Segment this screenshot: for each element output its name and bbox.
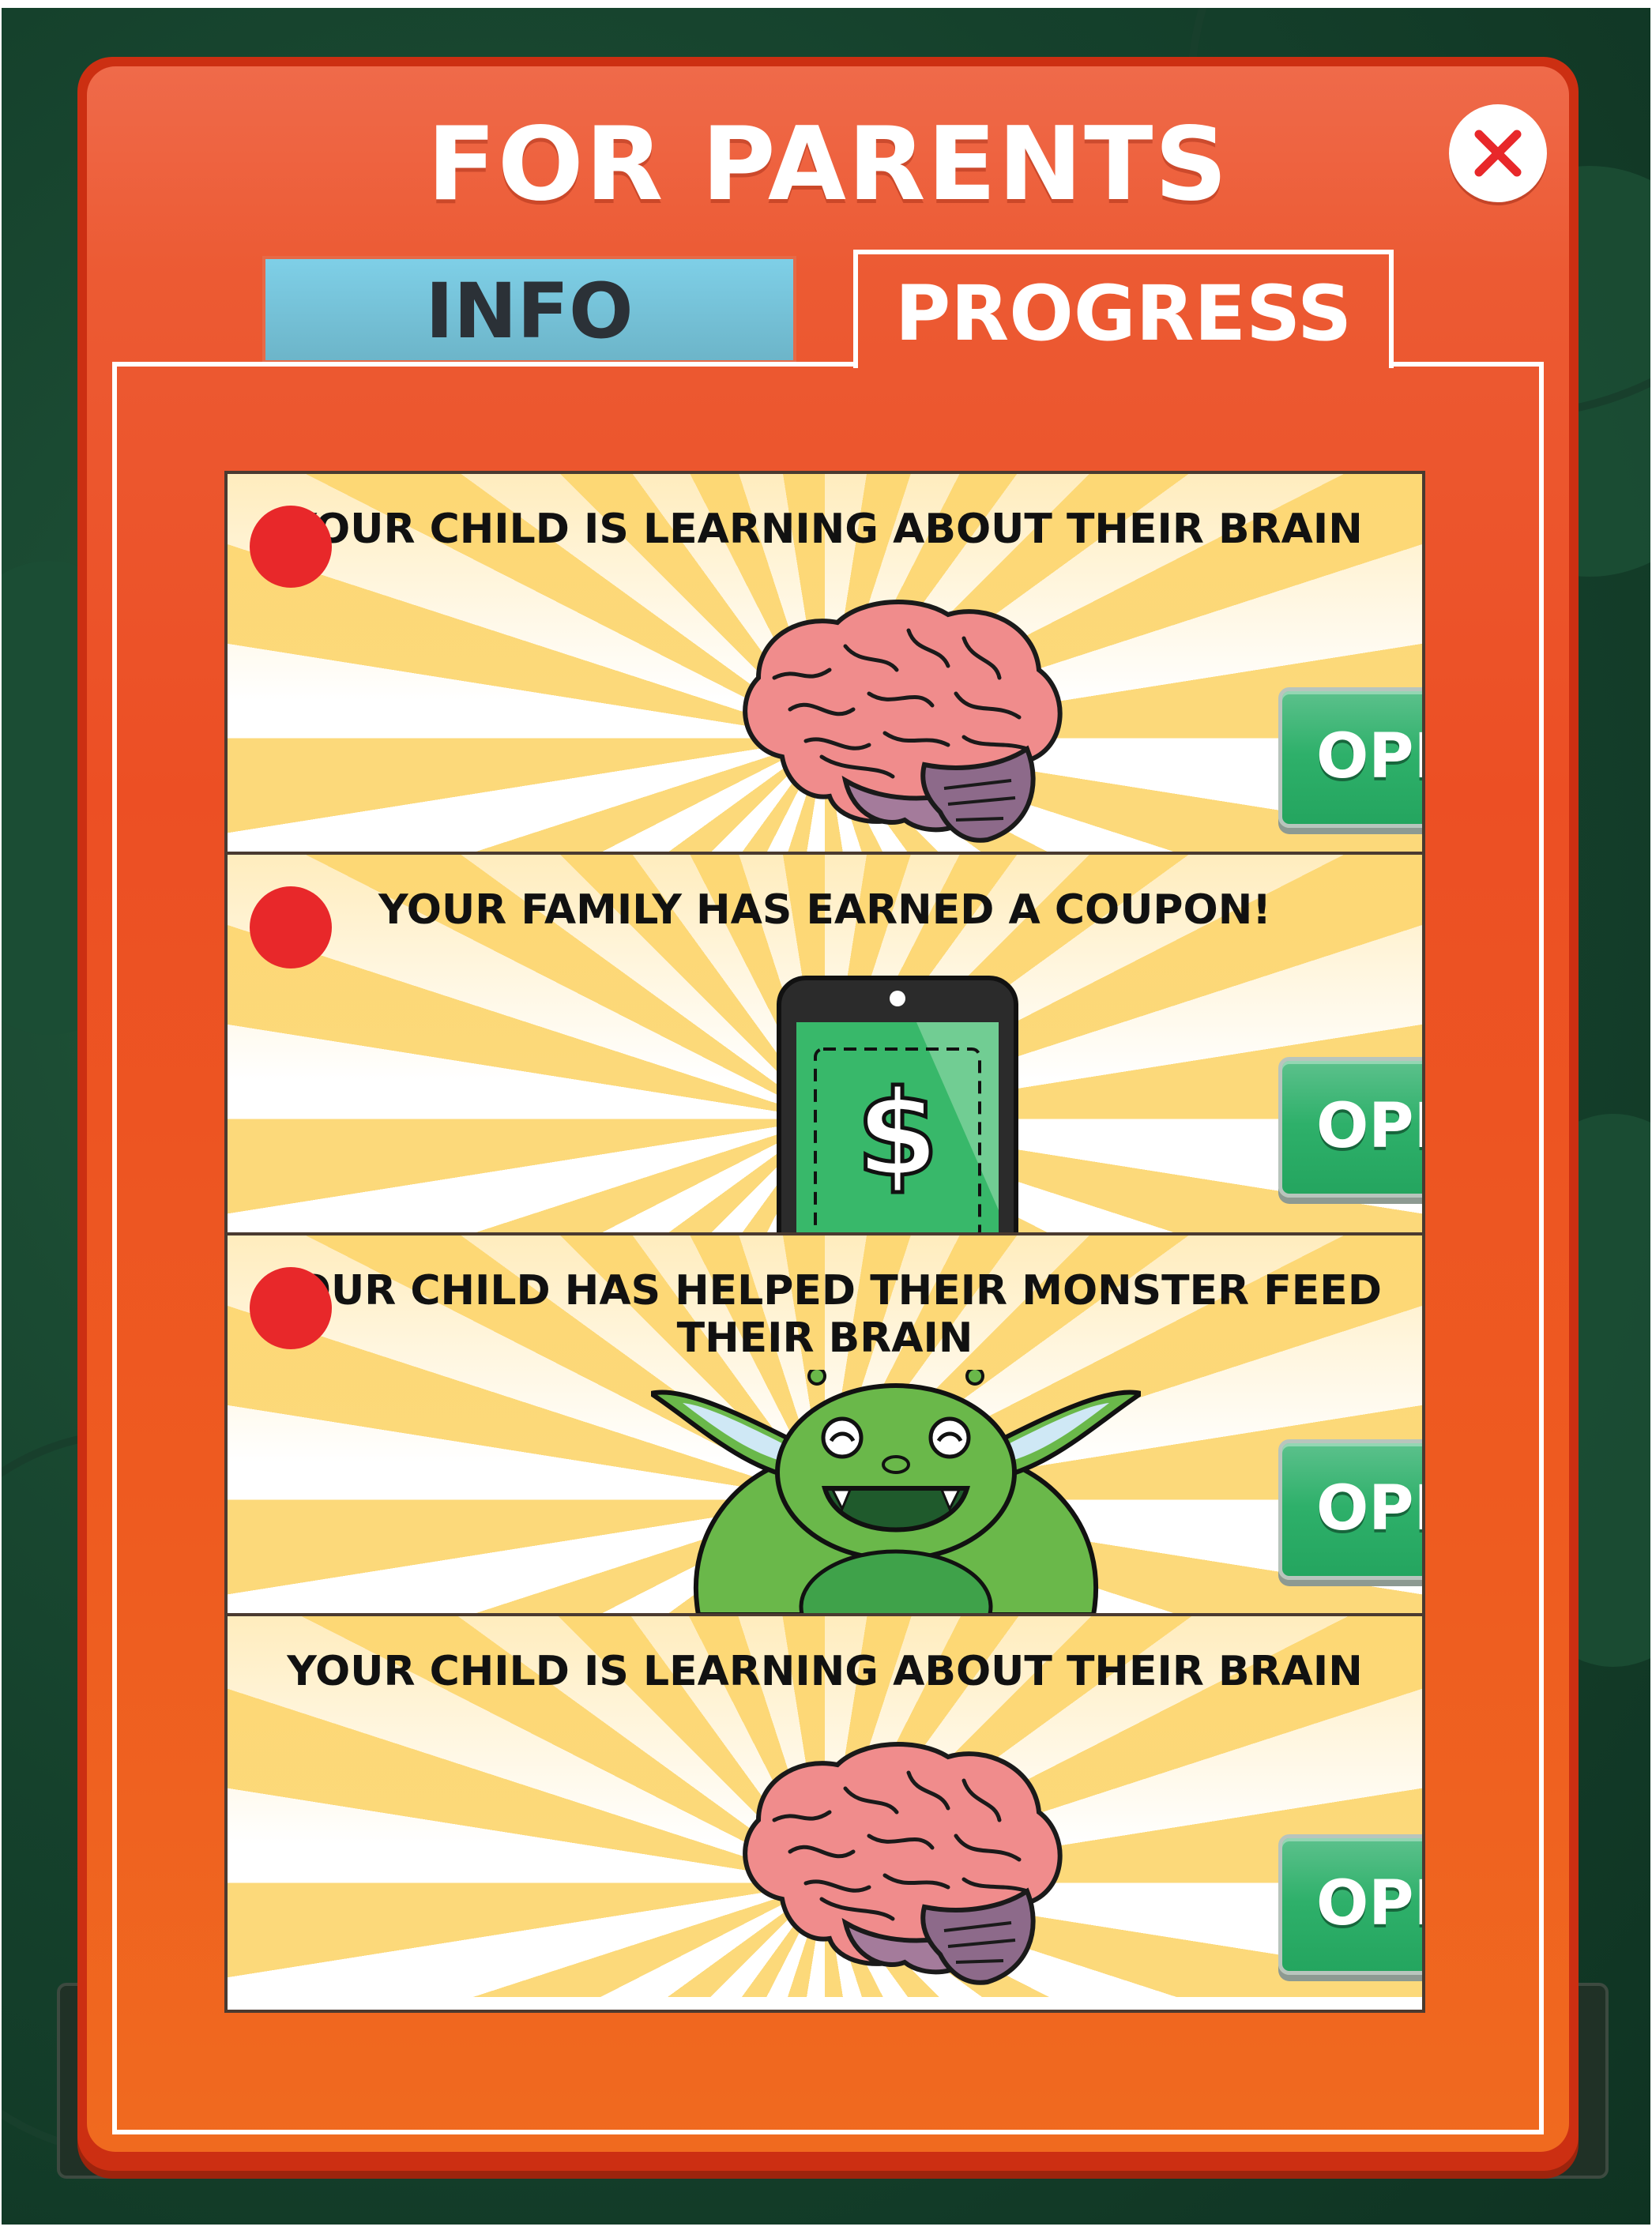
unread-dot (250, 1267, 332, 1349)
dialog-title: FOR PARENTS (427, 106, 1229, 224)
green-monster-icon (651, 1370, 1141, 1613)
for-parents-dialog: FOR PARENTS INFO PROGRESS YOUR CHILD IS … (77, 57, 1579, 2171)
list-item: YOUR CHILD HAS HELPED THEIR MONSTER FEED… (228, 1235, 1422, 1616)
close-button[interactable] (1449, 104, 1547, 202)
open-button[interactable]: OPEN (1278, 1057, 1422, 1198)
tab-info[interactable]: INFO (262, 256, 796, 363)
brain-icon (743, 1742, 1063, 1985)
list-item: YOUR FAMILY HAS EARNED A COUPON! $ OPEN (228, 855, 1422, 1235)
tab-progress[interactable]: PROGRESS (853, 250, 1394, 368)
phone-coupon-icon: $ (777, 976, 1018, 1232)
unread-dot (250, 506, 332, 588)
open-button[interactable]: OPEN (1278, 687, 1422, 828)
progress-message: YOUR CHILD IS LEARNING ABOUT THEIR BRAIN (287, 506, 1363, 553)
unread-dot (250, 886, 332, 968)
list-item: YOUR CHILD IS LEARNING ABOUT THEIR BRAIN… (228, 474, 1422, 855)
progress-list: YOUR CHILD IS LEARNING ABOUT THEIR BRAIN… (224, 471, 1425, 2013)
brain-icon (743, 600, 1063, 843)
close-x-icon (1474, 130, 1522, 177)
progress-message: YOUR FAMILY HAS EARNED A COUPON! (378, 886, 1271, 934)
progress-message: YOUR CHILD IS LEARNING ABOUT THEIR BRAIN (287, 1648, 1363, 1695)
list-item: YOUR CHILD IS LEARNING ABOUT THEIR BRAIN… (228, 1616, 1422, 1997)
progress-message: YOUR CHILD HAS HELPED THEIR MONSTER FEED… (268, 1267, 1382, 1362)
open-button[interactable]: OPEN (1278, 1834, 1422, 1975)
open-button[interactable]: OPEN (1278, 1439, 1422, 1580)
svg-text:$: $ (856, 1066, 939, 1203)
